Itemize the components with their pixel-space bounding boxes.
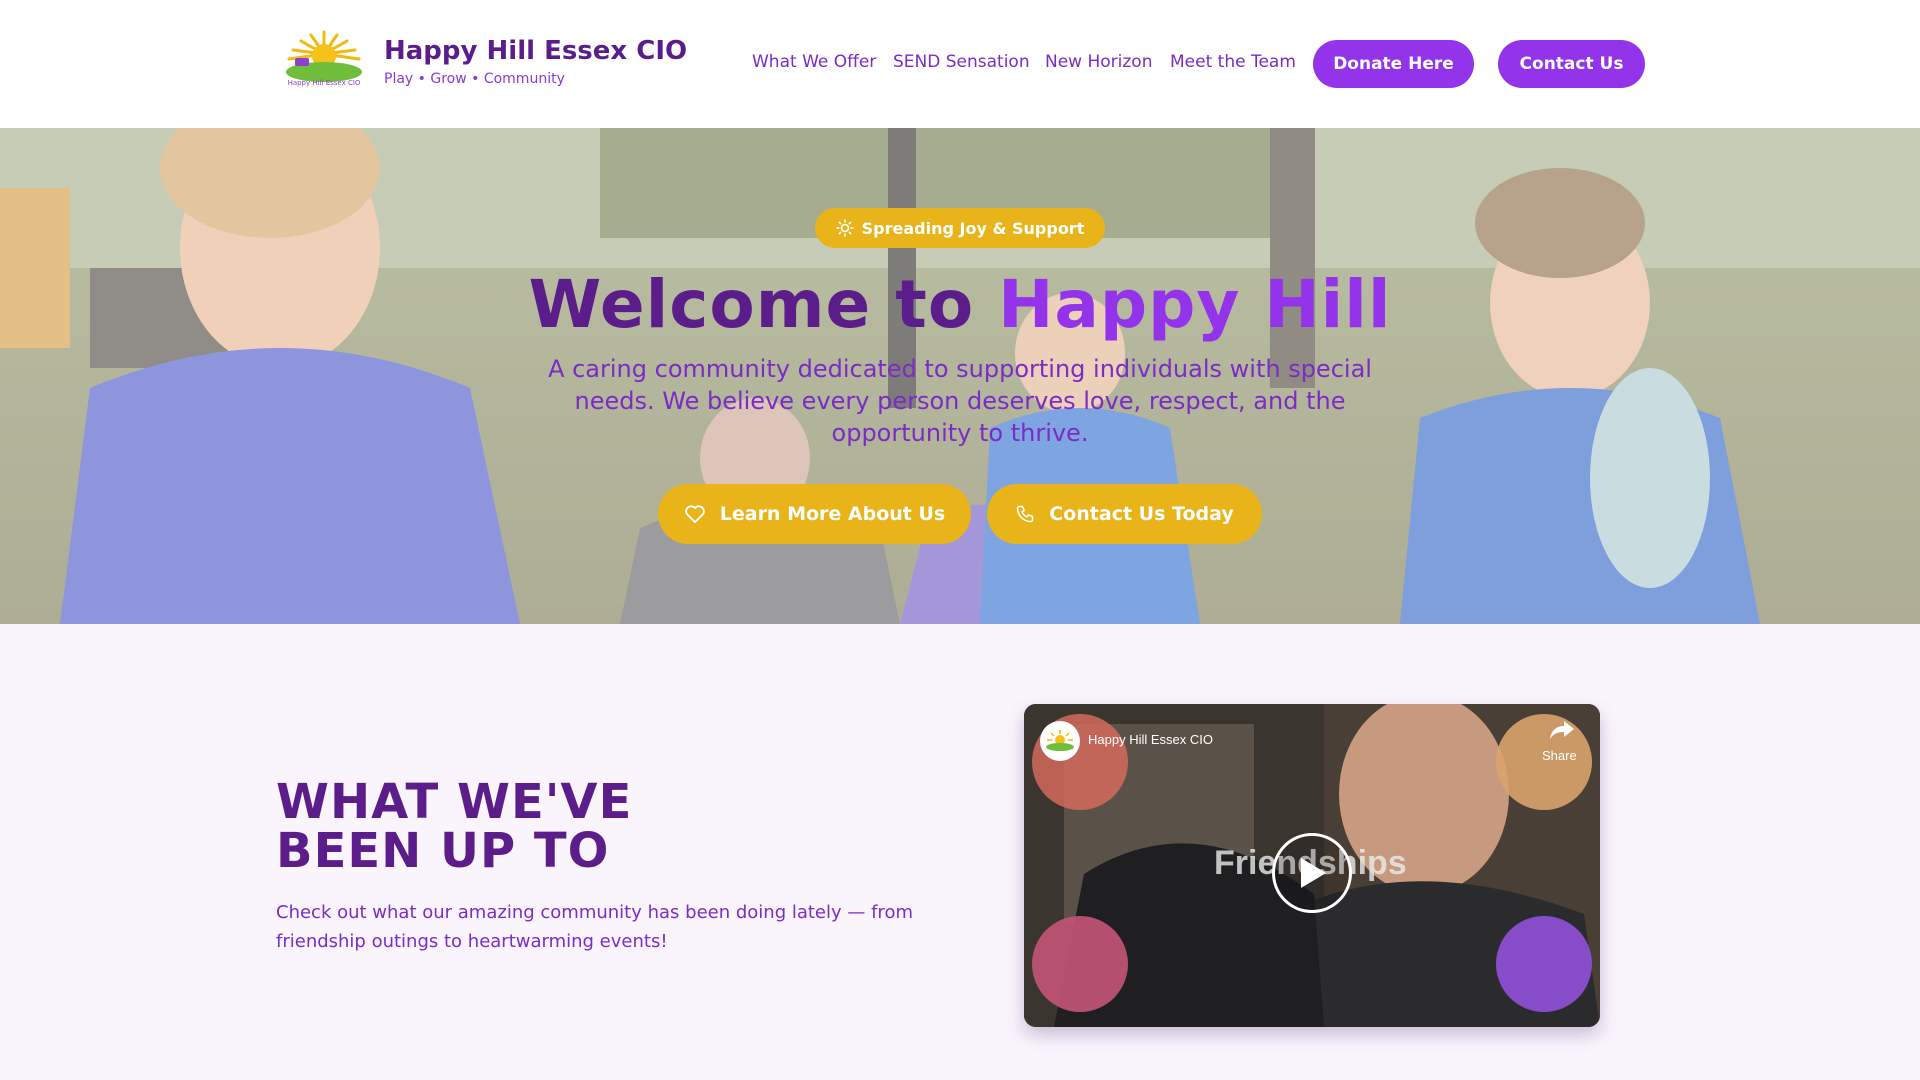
learn-more-label: Learn More About Us <box>719 503 946 525</box>
logo-text: Happy Hill Essex CIO <box>288 79 361 87</box>
contact-us-today-label: Contact Us Today <box>1049 503 1234 525</box>
brand-name[interactable]: Happy Hill Essex CIO <box>384 36 687 66</box>
hero-subtitle: A caring community dedicated to supporti… <box>548 355 1372 447</box>
play-button[interactable] <box>1272 833 1352 913</box>
section-description: Check out what our amazing community has… <box>276 902 913 952</box>
video-player[interactable]: Happy Hill Essex CIO Share Friendships <box>1024 704 1600 1027</box>
brand-tagline: Play • Grow • Community <box>384 71 565 87</box>
hero-badge-label: Spreading Joy & Support <box>861 218 1085 238</box>
share-icon[interactable] <box>1548 718 1576 742</box>
sun-icon <box>835 219 854 237</box>
section-title-text: WHAT WE'VE BEEN UP TO <box>276 774 633 879</box>
hero-title: Welcome to Happy Hill <box>0 266 1920 343</box>
nav-meet-the-team[interactable]: Meet the Team <box>1170 52 1296 72</box>
nav-send-sensation[interactable]: SEND Sensation <box>893 52 1030 72</box>
hero-title-main: Welcome to <box>528 266 999 343</box>
learn-more-button[interactable]: Learn More About Us <box>658 484 971 544</box>
site-header: Happy Hill Essex CIO Happy Hill Essex CI… <box>0 0 1920 128</box>
section-title: WHAT WE'VE BEEN UP TO <box>276 778 676 876</box>
heart-icon <box>684 505 705 524</box>
hero-section: Spreading Joy & Support Welcome to Happy… <box>0 128 1920 624</box>
channel-logo-icon <box>1046 730 1074 751</box>
contact-us-button[interactable]: Contact Us <box>1498 40 1645 88</box>
hero-title-accent: Happy Hill <box>998 266 1392 343</box>
nav-what-we-offer[interactable]: What We Offer <box>752 52 876 72</box>
channel-avatar[interactable] <box>1040 721 1080 761</box>
share-label[interactable]: Share <box>1542 748 1577 763</box>
nav-new-horizon[interactable]: New Horizon <box>1045 52 1152 72</box>
play-icon <box>1301 858 1326 888</box>
hero-badge: Spreading Joy & Support <box>815 208 1105 248</box>
channel-name[interactable]: Happy Hill Essex CIO <box>1088 732 1213 747</box>
donate-button[interactable]: Donate Here <box>1313 40 1474 88</box>
happy-hill-logo[interactable]: Happy Hill Essex CIO <box>281 28 367 88</box>
contact-us-today-button[interactable]: Contact Us Today <box>987 484 1262 544</box>
phone-icon <box>1017 505 1034 523</box>
